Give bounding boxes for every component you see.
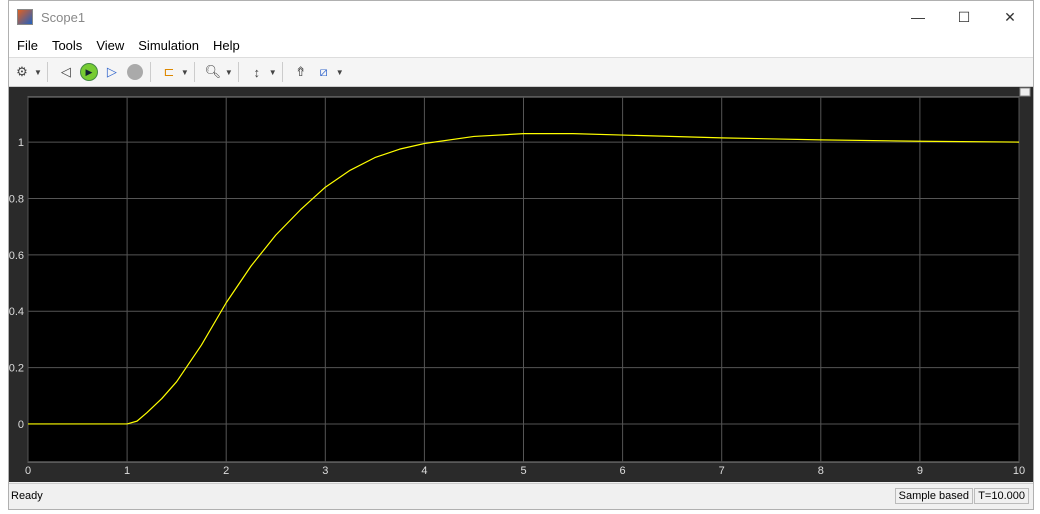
x-tick-label: 3 [322,465,328,477]
y-tick-label: 0.8 [9,193,24,205]
menu-help[interactable]: Help [213,38,240,53]
sim-time: T=10.000 [974,488,1029,504]
title-bar: Scope1 — ☐ ✕ [9,1,1033,33]
close-button[interactable]: ✕ [987,1,1033,33]
y-tick-label: 1 [18,137,24,149]
x-tick-label: 7 [719,465,725,477]
y-tick-label: 0.6 [9,250,24,262]
zoom-icon[interactable]: 🔍︎ [203,62,223,82]
status-text: Ready [11,490,43,502]
scope-plot[interactable]: 0 1 2 3 4 5 6 7 8 9 10 0 0.2 0.4 0.6 0.8 1 [9,87,1033,482]
chevron-down-icon[interactable]: ▼ [34,68,42,77]
chevron-down-icon[interactable]: ▼ [269,68,277,77]
run-icon[interactable]: ▶ [79,62,99,82]
gear-icon[interactable]: ⚙ [12,62,32,82]
y-tick-label: 0.2 [9,363,24,375]
maximize-button[interactable]: ☐ [941,1,987,33]
matlab-icon [17,9,33,25]
menu-simulation[interactable]: Simulation [138,38,199,53]
chevron-down-icon[interactable]: ▼ [336,68,344,77]
divider [281,62,283,82]
divider [46,62,48,82]
x-tick-label: 2 [223,465,229,477]
scope-window: Scope1 — ☐ ✕ File Tools View Simulation … [8,0,1034,510]
scale-axes-icon[interactable]: ↕ [247,62,267,82]
divider [149,62,151,82]
minimize-button[interactable]: — [895,1,941,33]
menu-tools[interactable]: Tools [52,38,82,53]
menu-bar: File Tools View Simulation Help [9,33,1033,58]
chevron-down-icon[interactable]: ▼ [181,68,189,77]
y-tick-label: 0 [18,419,24,431]
measurements-icon[interactable]: ⧄ [314,62,334,82]
menu-view[interactable]: View [96,38,124,53]
toolbar: ⚙ ▼ ◁ ▶ ▷ ⊏ ▼ 🔍︎ ▼ ↕ ▼ ⇮ ⧄ ▼ [9,58,1033,87]
divider [193,62,195,82]
status-bar: Ready Sample based T=10.000 [9,483,1033,508]
triggers-icon[interactable]: ⇮ [291,62,311,82]
menu-file[interactable]: File [17,38,38,53]
chevron-down-icon[interactable]: ▼ [225,68,233,77]
x-tick-label: 0 [25,465,31,477]
x-tick-label: 4 [421,465,427,477]
stop-icon[interactable] [125,62,145,82]
x-tick-label: 8 [818,465,824,477]
x-tick-label: 1 [124,465,130,477]
x-tick-label: 5 [520,465,526,477]
divider [237,62,239,82]
signal-selector-icon[interactable]: ⊏ [159,62,179,82]
sample-mode: Sample based [894,488,973,504]
scope-display: 0 1 2 3 4 5 6 7 8 9 10 0 0.2 0.4 0.6 0.8 1 [9,87,1033,482]
x-tick-label: 6 [620,465,626,477]
window-title: Scope1 [41,9,86,25]
undock-icon [1019,87,1031,97]
y-tick-label: 0.4 [9,306,24,318]
step-forward-icon[interactable]: ▷ [102,62,122,82]
x-tick-label: 10 [1013,465,1025,477]
x-tick-label: 9 [917,465,923,477]
step-back-icon[interactable]: ◁ [56,62,76,82]
